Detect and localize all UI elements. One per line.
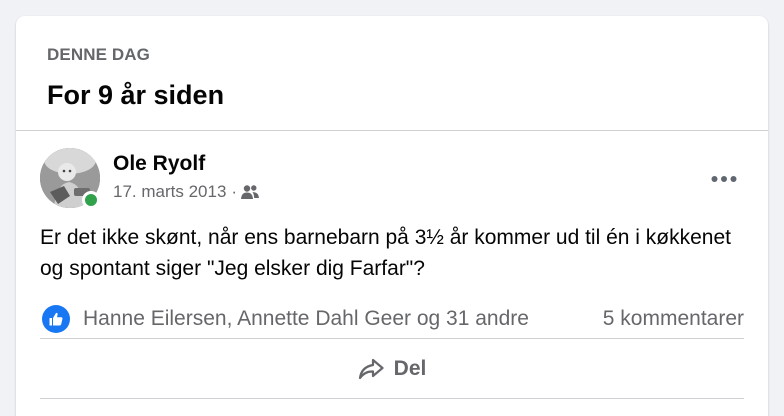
reactors-list[interactable]: Hanne Eilersen, Annette Dahl Geer og 31 … [83, 305, 529, 333]
section-label: DENNE DAG [47, 45, 150, 64]
online-status-indicator [82, 191, 100, 209]
reactions-row: Hanne Eilersen, Annette Dahl Geer og 31 … [40, 293, 744, 339]
share-icon [358, 358, 384, 380]
meta-separator: · [231, 182, 238, 201]
memory-header: DENNE DAG For 9 år siden [16, 16, 768, 131]
post-actions: Del [40, 339, 744, 399]
more-options-button[interactable] [706, 161, 742, 197]
memory-title: For 9 år siden [47, 80, 225, 110]
memory-card: DENNE DAG For 9 år siden Ole Ryolf 17. m… [16, 16, 768, 416]
post-text: Er det ikke skønt, når ens barnebarn på … [40, 226, 731, 280]
comments-count[interactable]: 5 kommentarer [603, 305, 744, 333]
post-header: Ole Ryolf 17. marts 2013 · [16, 131, 768, 209]
post-meta: 17. marts 2013 · [113, 181, 260, 203]
share-button[interactable]: Del [346, 347, 439, 391]
author-name[interactable]: Ole Ryolf [113, 151, 205, 177]
post-date[interactable]: 17. marts 2013 [113, 181, 226, 203]
friends-icon[interactable] [241, 184, 260, 200]
more-icon [711, 176, 737, 182]
share-label: Del [393, 356, 427, 380]
like-reaction-icon[interactable] [42, 305, 70, 333]
